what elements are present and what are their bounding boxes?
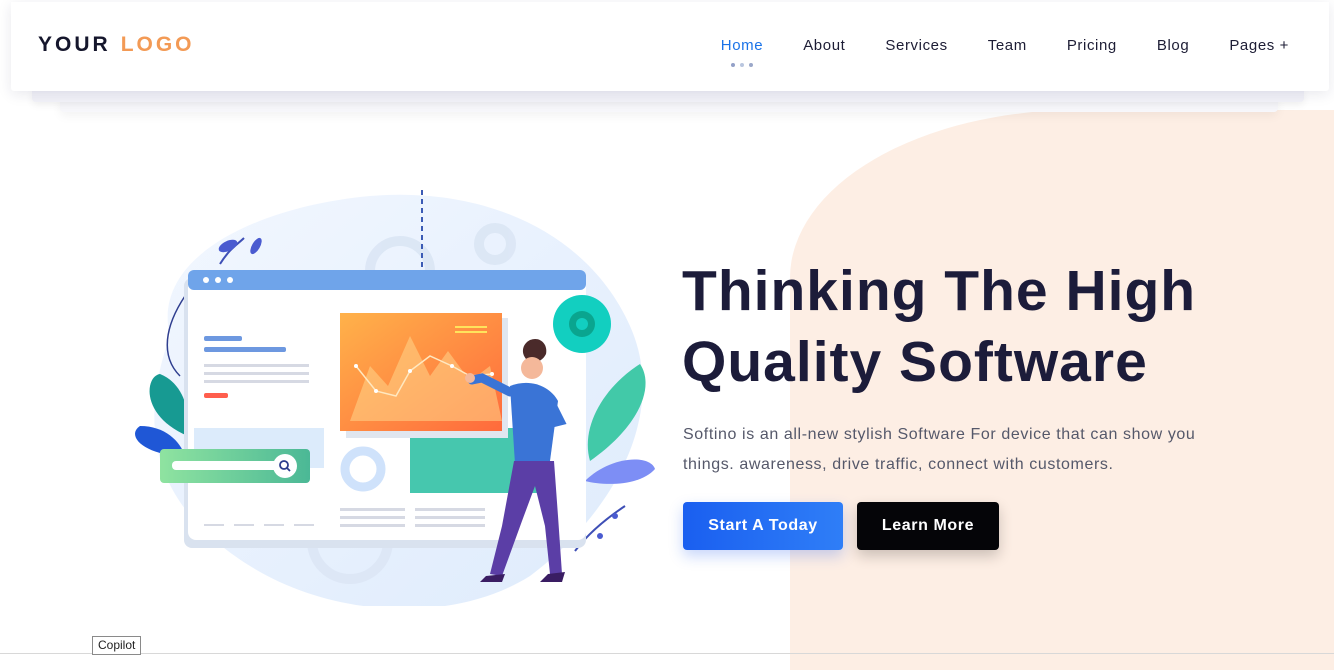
nav-item-pages[interactable]: Pages + — [1229, 37, 1289, 54]
site-logo[interactable]: YOUR LOGO — [38, 33, 195, 57]
main-nav: Home About Services Team Pricing Blog Pa… — [720, 37, 1289, 67]
browser-titlebar — [188, 270, 586, 290]
copilot-tooltip: Copilot — [92, 636, 142, 655]
nav-item-home[interactable]: Home — [720, 37, 764, 67]
nav-item-pricing[interactable]: Pricing — [1067, 37, 1117, 54]
nav-label: Services — [885, 37, 948, 54]
nav-label: About — [803, 37, 846, 54]
menu-dots-icon — [203, 277, 233, 283]
nav-label: Team — [987, 37, 1027, 54]
nav-label: Pages + — [1229, 37, 1289, 54]
nav-label: Home — [720, 37, 764, 54]
hero-illustration — [135, 190, 655, 606]
site-header: YOUR LOGO Home About Services Team Pricin… — [11, 2, 1329, 91]
start-today-button[interactable]: Start A Today — [683, 502, 843, 550]
hero-title-line1: Thinking The High — [682, 259, 1197, 323]
hero-description: Softino is an all-new stylish Software F… — [683, 426, 1196, 473]
nav-item-about[interactable]: About — [803, 37, 845, 54]
logo-text-accent: LOGO — [120, 33, 195, 56]
logo-text-primary: YOUR — [38, 33, 111, 56]
page-bottom-divider — [0, 653, 1334, 654]
gear-icon — [569, 311, 595, 337]
learn-more-button[interactable]: Learn More — [857, 502, 999, 550]
nav-item-team[interactable]: Team — [988, 37, 1027, 54]
nav-item-blog[interactable]: Blog — [1157, 37, 1189, 54]
active-indicator-dots — [730, 63, 753, 67]
nav-item-services[interactable]: Services — [885, 37, 947, 54]
hero-title: Thinking The High Quality Software — [682, 256, 1302, 398]
nav-label: Pricing — [1066, 37, 1117, 54]
hero-title-line2: Quality Software — [682, 330, 1148, 394]
nav-label: Blog — [1156, 37, 1190, 54]
